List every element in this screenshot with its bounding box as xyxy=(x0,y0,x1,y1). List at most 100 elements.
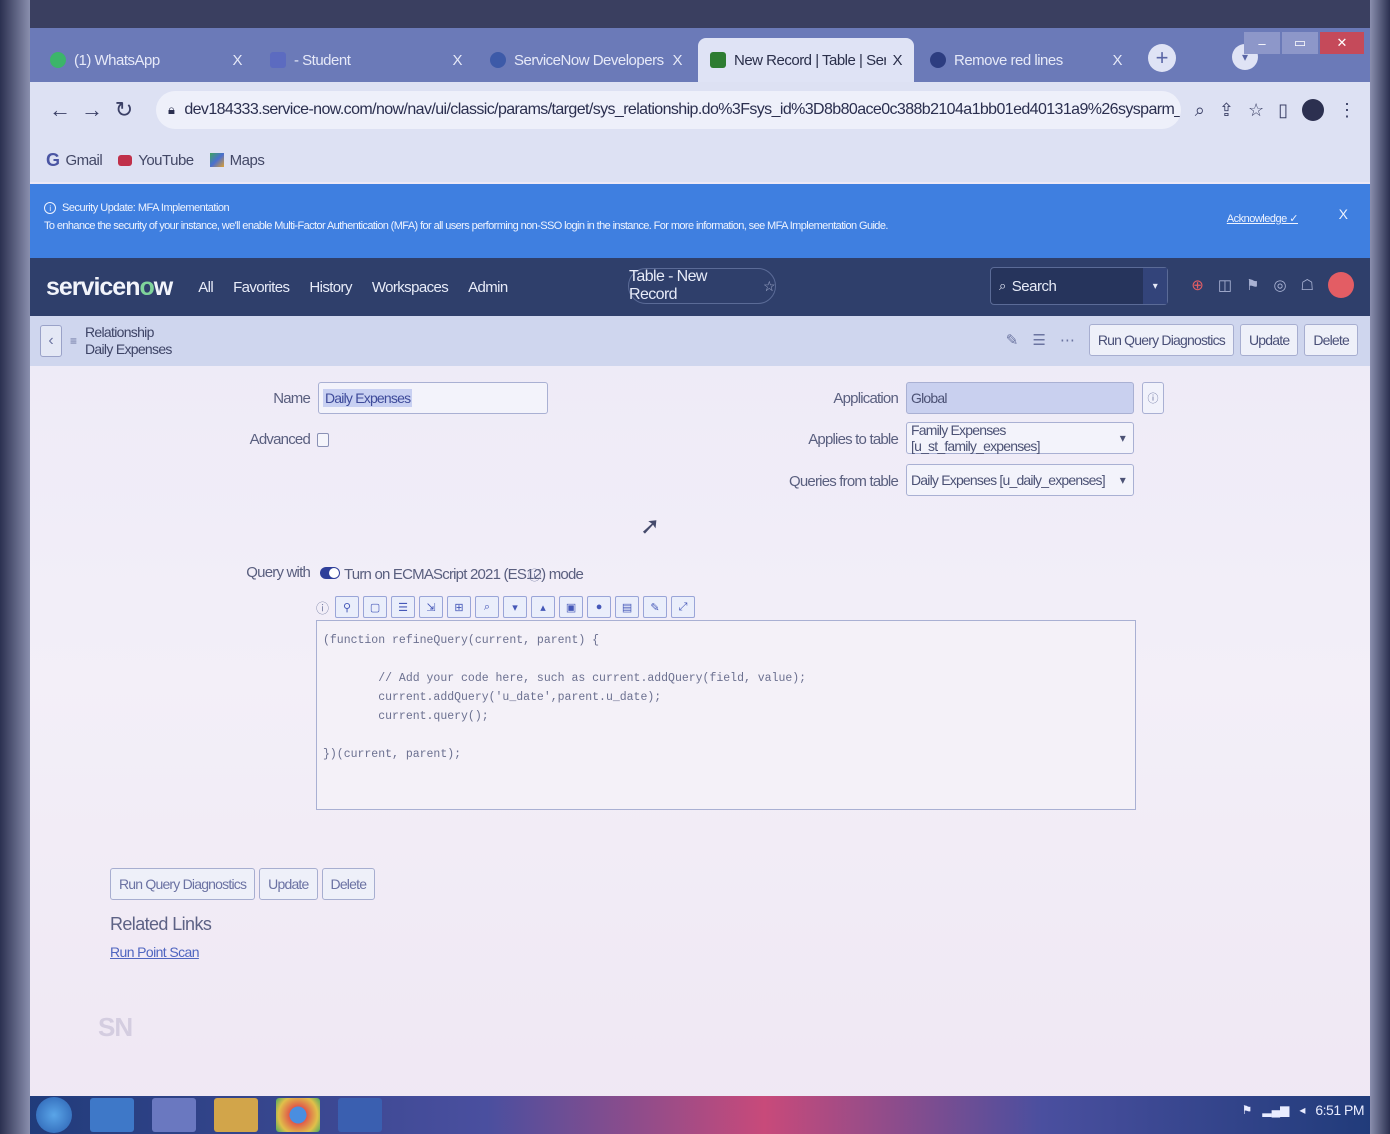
sn-watermark: SN xyxy=(98,1012,133,1042)
chevron-up-icon[interactable]: ▴ xyxy=(531,596,556,618)
gpt-icon xyxy=(930,52,946,68)
tray-volume-icon[interactable]: ◂ xyxy=(1299,1103,1305,1117)
search-scope-dropdown[interactable]: ▾ xyxy=(1143,268,1167,304)
nav-all[interactable]: All xyxy=(198,279,213,296)
favorite-star-icon[interactable]: ☆ xyxy=(763,278,776,295)
user-avatar[interactable] xyxy=(1328,272,1354,298)
menu-kebab-icon[interactable]: ⋮ xyxy=(1338,100,1356,121)
attachment-icon[interactable]: ✎ xyxy=(1006,331,1019,349)
bookmark-youtube[interactable]: YouTube xyxy=(118,152,194,169)
tray-flag-icon[interactable]: ⚑ xyxy=(1242,1103,1253,1117)
nav-workspaces[interactable]: Workspaces xyxy=(372,279,449,296)
settings-sliders-icon[interactable]: ☰ xyxy=(1032,331,1045,349)
tray-network-icon[interactable]: ▂▄▆ xyxy=(1262,1103,1289,1117)
more-icon[interactable]: ⋯ xyxy=(1060,331,1075,349)
share-icon[interactable]: ⇪ xyxy=(1219,100,1234,121)
window-close-icon[interactable]: ✕ xyxy=(1320,32,1364,54)
zoom-icon[interactable]: ⌕ xyxy=(1195,100,1205,121)
context-pill[interactable]: Table - New Record ☆ xyxy=(628,268,776,304)
close-icon[interactable]: X xyxy=(232,52,242,69)
help-circle-icon[interactable]: ⓘ xyxy=(528,565,541,584)
address-bar-actions: ⌕ ⇪ ☆ ▯ ⋮ xyxy=(1195,99,1356,121)
close-icon[interactable]: X xyxy=(672,52,682,69)
minimize-icon[interactable]: – xyxy=(1244,32,1280,54)
system-tray: ⚑ ▂▄▆ ◂ 6:51 PM xyxy=(1242,1102,1365,1118)
url-input[interactable]: 🔒︎ dev184333.service-now.com/now/nav/ui/… xyxy=(156,91,1181,129)
delete-button-bottom[interactable]: Delete xyxy=(321,868,376,900)
application-field[interactable]: Global xyxy=(906,382,1134,414)
maximize-icon[interactable]: ▭ xyxy=(1282,32,1318,54)
globe-icon[interactable]: ⊕ xyxy=(1191,276,1204,294)
main-nav: All Favorites History Workspaces Admin xyxy=(198,279,508,296)
media-icon[interactable] xyxy=(152,1098,196,1132)
tab-remove-red-lines[interactable]: Remove red lines X xyxy=(918,38,1134,82)
nav-admin[interactable]: Admin xyxy=(468,279,508,296)
tab-new-record[interactable]: New Record | Table | ServiceNo X xyxy=(698,38,914,82)
tab-whatsapp[interactable]: (1) WhatsApp X xyxy=(38,38,254,82)
advanced-checkbox[interactable] xyxy=(317,433,329,447)
close-icon[interactable]: X xyxy=(1112,52,1122,69)
chrome-icon[interactable] xyxy=(276,1098,320,1132)
bookmark-maps[interactable]: Maps xyxy=(209,152,265,169)
search-code-icon[interactable]: ⌕ xyxy=(475,596,500,618)
close-icon[interactable]: X xyxy=(452,52,462,69)
toggle-syntax-icon[interactable]: ⚲ xyxy=(335,596,360,618)
tools-icon[interactable]: ✎ xyxy=(643,596,668,618)
reload-icon[interactable]: ↻ xyxy=(108,97,140,123)
grid-icon[interactable]: ⊞ xyxy=(447,596,472,618)
bookmark-gmail[interactable]: G Gmail xyxy=(46,150,103,171)
form-menu-icon[interactable]: ≡ xyxy=(70,334,77,348)
servicenow-logo[interactable]: servicenow xyxy=(46,273,173,302)
help-icon[interactable]: ◎ xyxy=(1273,276,1286,294)
forward-arrow-icon[interactable]: → xyxy=(76,97,108,123)
ie-icon[interactable] xyxy=(90,1098,134,1132)
flag-icon[interactable]: ⚑ xyxy=(1246,276,1259,294)
profile-avatar[interactable] xyxy=(1302,99,1324,121)
nav-favorites[interactable]: Favorites xyxy=(233,279,290,296)
new-tab-button[interactable]: + xyxy=(1148,44,1176,72)
back-arrow-icon[interactable]: ← xyxy=(44,97,76,123)
es12-toggle[interactable] xyxy=(320,567,340,579)
editor-help-icon[interactable]: ⓘ xyxy=(316,598,329,617)
format-code-icon[interactable]: ☰ xyxy=(391,596,416,618)
nav-history[interactable]: History xyxy=(309,279,352,296)
global-search[interactable]: ⌕ Search ▾ xyxy=(990,267,1168,305)
run-query-diagnostics-button[interactable]: Run Query Diagnostics xyxy=(1088,324,1234,356)
application-info-icon[interactable]: ⓘ xyxy=(1142,382,1164,414)
form-title: Relationship Daily Expenses xyxy=(85,324,172,357)
debug-icon[interactable]: ● xyxy=(587,596,612,618)
banner-close-icon[interactable]: X xyxy=(1339,206,1348,222)
name-field[interactable]: Daily Expenses xyxy=(318,382,548,414)
clock-time[interactable]: 6:51 PM xyxy=(1315,1102,1364,1118)
queries-from-table-select[interactable]: Daily Expenses [u_daily_expenses] xyxy=(906,464,1134,496)
insert-icon[interactable]: ⇲ xyxy=(419,596,444,618)
query-with-label: Query with xyxy=(246,564,311,581)
tab-student[interactable]: - Student X xyxy=(258,38,474,82)
comment-icon[interactable]: ▢ xyxy=(363,596,388,618)
applies-to-table-select[interactable]: Family Expenses [u_st_family_expenses] xyxy=(906,422,1134,454)
back-button[interactable]: ‹ xyxy=(40,325,62,357)
script-include-icon[interactable]: ▣ xyxy=(559,596,584,618)
chat-icon[interactable]: ◫ xyxy=(1218,276,1232,294)
save-script-icon[interactable]: ▤ xyxy=(615,596,640,618)
update-button[interactable]: Update xyxy=(1239,324,1299,356)
header-icons: ⊕ ◫ ⚑ ◎ ☖ xyxy=(1191,272,1354,298)
fullscreen-icon[interactable]: ⤢ xyxy=(671,596,696,618)
monitor-frame-right xyxy=(1370,0,1390,1134)
chevron-down-icon[interactable]: ▾ xyxy=(503,596,528,618)
run-query-diagnostics-button-bottom[interactable]: Run Query Diagnostics xyxy=(110,868,256,900)
update-button-bottom[interactable]: Update xyxy=(259,868,318,900)
sidepanel-icon[interactable]: ▯ xyxy=(1278,100,1288,121)
close-icon[interactable]: X xyxy=(892,52,902,69)
start-button[interactable] xyxy=(36,1097,72,1133)
bookmark-star-icon[interactable]: ☆ xyxy=(1248,100,1264,121)
word-icon[interactable] xyxy=(338,1098,382,1132)
run-point-scan-link[interactable]: Run Point Scan xyxy=(110,944,199,960)
notifications-icon[interactable]: ☖ xyxy=(1301,276,1314,294)
monitor-frame-left xyxy=(0,0,30,1134)
acknowledge-link[interactable]: Acknowledge ✓ xyxy=(1227,212,1299,225)
script-editor[interactable]: (function refineQuery(current, parent) {… xyxy=(316,620,1136,810)
delete-button[interactable]: Delete xyxy=(1304,324,1358,356)
tab-servicenow-developers[interactable]: ServiceNow Developers X xyxy=(478,38,694,82)
folder-icon[interactable] xyxy=(214,1098,258,1132)
